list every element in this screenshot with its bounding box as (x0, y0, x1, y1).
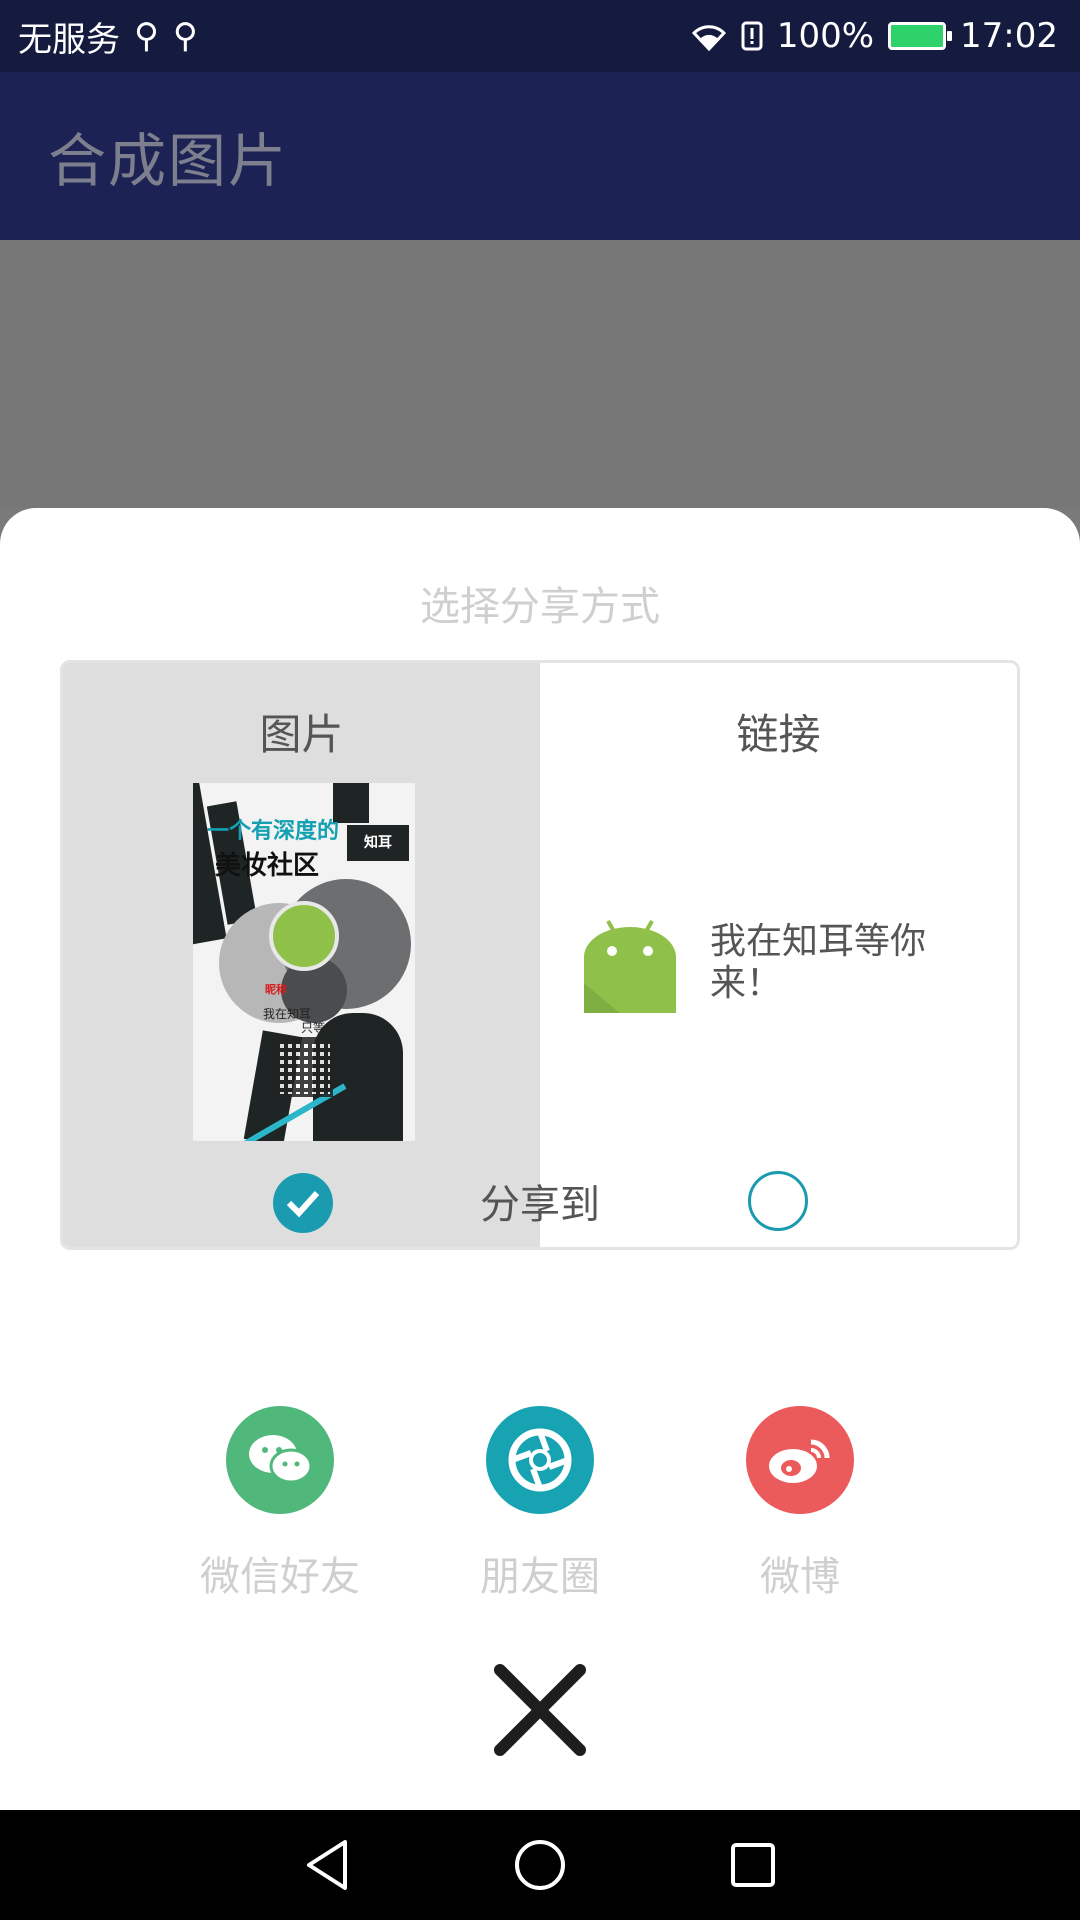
poster-logo: 知耳 (347, 825, 409, 861)
option-link[interactable]: 链接 我在知耳等你来！ (540, 663, 1017, 1247)
dim-overlay[interactable] (0, 240, 1080, 508)
share-weibo-label: 微博 (760, 1554, 840, 1600)
share-to-label: 分享到 (480, 1182, 600, 1228)
battery-icon (888, 22, 953, 50)
close-button[interactable] (490, 1660, 590, 1760)
share-mode-options: 图片 一个有深度的 美妆社区 知耳 昵称 我在知耳 只等你来 链接 我在知耳等你… (60, 660, 1020, 1250)
avatar (269, 901, 339, 971)
wechat-icon[interactable] (226, 1406, 334, 1514)
share-moments-label: 朋友圈 (480, 1554, 600, 1600)
close-icon (494, 1664, 586, 1756)
android-icon (584, 920, 676, 1013)
page-title: 合成图片 (48, 127, 289, 195)
share-moments[interactable]: 朋友圈 (430, 1406, 650, 1602)
option-image-label: 图片 (259, 710, 344, 759)
share-wechat-label: 微信好友 (200, 1554, 360, 1600)
wifi-icon (691, 25, 726, 51)
back-button[interactable] (292, 1830, 362, 1900)
poster-heading: 一个有深度的 (207, 819, 340, 844)
poster-nickname: 昵称 (265, 983, 287, 996)
link-text: 我在知耳等你来！ (710, 921, 927, 1004)
option-image[interactable]: 图片 一个有深度的 美妆社区 知耳 昵称 我在知耳 只等你来 (63, 663, 540, 1247)
share-wechat[interactable]: 微信好友 (170, 1406, 390, 1602)
recents-icon (731, 1843, 776, 1887)
share-weibo[interactable]: 微博 (690, 1406, 910, 1602)
usb-icon-2: ⚲ (172, 16, 198, 56)
moments-icon[interactable] (486, 1406, 594, 1514)
home-icon (514, 1840, 565, 1890)
share-sheet: 选择分享方式 图片 一个有深度的 美妆社区 知耳 昵称 我在知耳 只等你来 链接… (0, 508, 1080, 1810)
battery-percent: 100% (776, 16, 875, 56)
poster-text-2: 只等你来 (301, 1021, 350, 1035)
clock: 17:02 (960, 16, 1058, 56)
sim-alert-icon (741, 21, 763, 51)
home-button[interactable] (505, 1830, 575, 1900)
carrier-text: 无服务 (18, 19, 120, 60)
back-icon (306, 1840, 347, 1890)
option-link-label: 链接 (736, 710, 821, 759)
usb-icon: ⚲ (134, 16, 159, 56)
qr-code (273, 1037, 333, 1097)
status-bar: 无服务 ⚲ ⚲ 100% 17:02 (0, 0, 1080, 72)
poster-subheading: 美妆社区 (215, 851, 320, 881)
weibo-icon[interactable] (746, 1406, 854, 1514)
sheet-title: 选择分享方式 (420, 584, 660, 630)
link-preview: 我在知耳等你来！ (580, 913, 940, 1013)
recents-button[interactable] (718, 1830, 788, 1900)
navigation-bar (0, 1810, 1080, 1920)
app-bar: 合成图片 (0, 72, 1080, 240)
poster-preview: 一个有深度的 美妆社区 知耳 昵称 我在知耳 只等你来 (193, 783, 415, 1141)
